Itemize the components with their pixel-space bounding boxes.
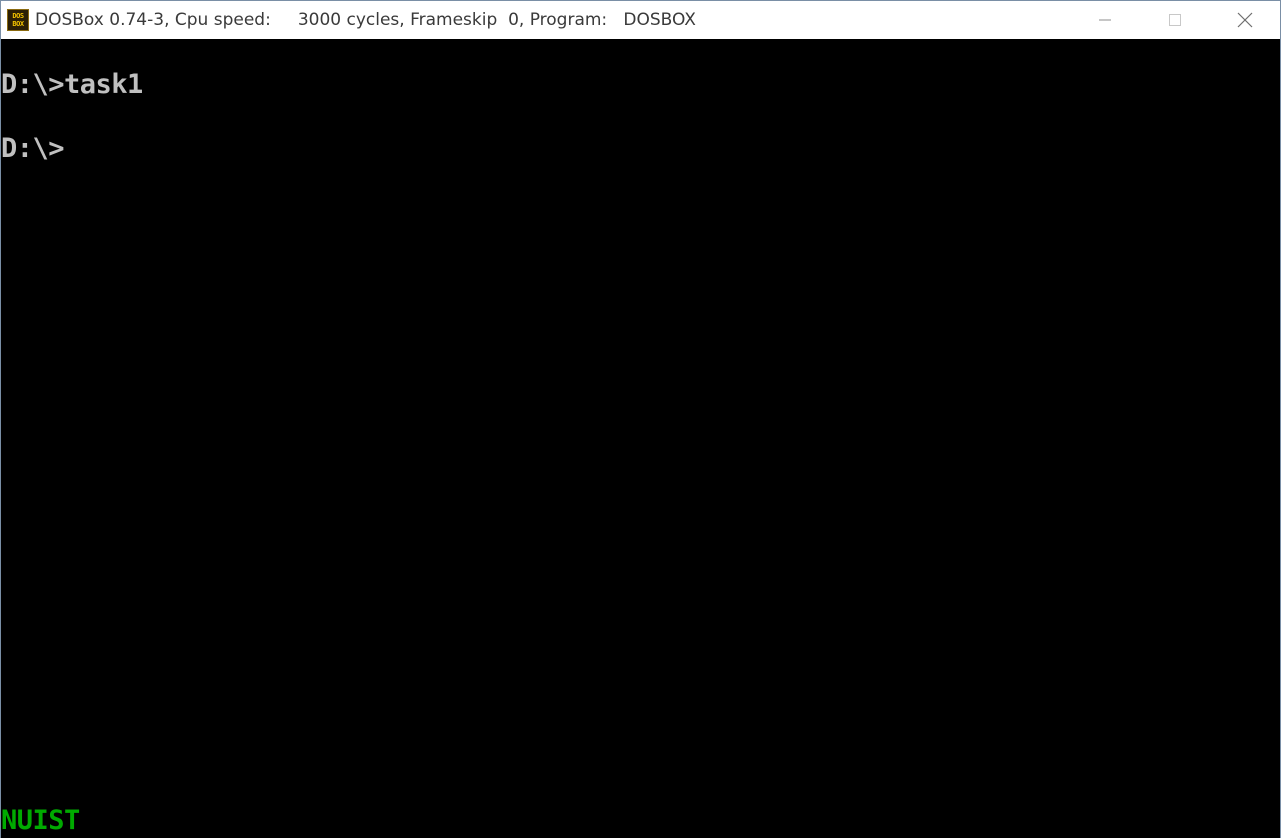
dosbox-window: DOS BOX DOSBox 0.74-3, Cpu speed: 3000 c… bbox=[0, 0, 1281, 838]
maximize-button[interactable] bbox=[1140, 1, 1210, 39]
console-line-prompt: D:\> bbox=[1, 133, 65, 164]
window-controls bbox=[1070, 1, 1280, 39]
maximize-icon bbox=[1169, 14, 1181, 26]
title-bar[interactable]: DOS BOX DOSBox 0.74-3, Cpu speed: 3000 c… bbox=[1, 1, 1280, 39]
minimize-button[interactable] bbox=[1070, 1, 1140, 39]
console-line-command: D:\>task1 bbox=[1, 69, 143, 100]
close-button[interactable] bbox=[1210, 1, 1280, 39]
dos-console-screen[interactable]: D:\>task1 D:\> NUIST bbox=[1, 39, 1280, 838]
minimize-icon bbox=[1099, 19, 1111, 21]
close-icon bbox=[1237, 12, 1253, 28]
status-text: NUIST bbox=[1, 805, 80, 836]
app-icon-text-bottom: BOX bbox=[12, 20, 24, 28]
window-title: DOSBox 0.74-3, Cpu speed: 3000 cycles, F… bbox=[35, 10, 696, 30]
app-icon-text-top: DOS bbox=[12, 12, 24, 20]
dosbox-icon[interactable]: DOS BOX bbox=[7, 9, 29, 31]
